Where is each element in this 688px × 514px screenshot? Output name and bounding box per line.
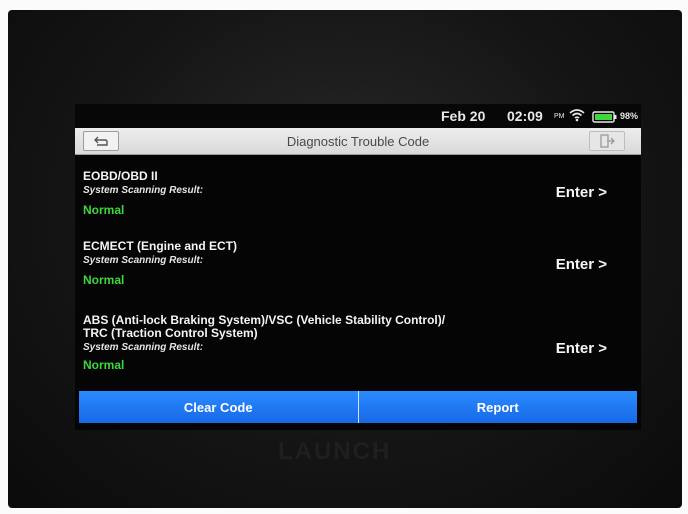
enter-button[interactable]: Enter >: [556, 340, 607, 357]
system-item-abs[interactable]: ABS (Anti-lock Braking System)/VSC (Vehi…: [83, 314, 631, 373]
exit-button[interactable]: [589, 131, 625, 151]
status-ampm: PM: [554, 113, 565, 120]
enter-button[interactable]: Enter >: [556, 256, 607, 273]
scan-result-label: System Scanning Result:: [83, 185, 204, 196]
action-bar: Clear Code Report: [79, 391, 637, 423]
enter-button[interactable]: Enter >: [556, 184, 607, 201]
battery-percentage: 98%: [620, 111, 639, 121]
clear-code-button[interactable]: Clear Code: [79, 391, 358, 423]
system-name: ECMECT (Engine and ECT): [83, 239, 237, 253]
page-title: Diagnostic Trouble Code: [286, 134, 430, 149]
device-brand-logo: LAUNCH: [278, 438, 392, 465]
scan-result-label: System Scanning Result:: [83, 342, 204, 353]
scan-result-label: System Scanning Result:: [83, 255, 204, 266]
system-item-ecmect[interactable]: ECMECT (Engine and ECT) System Scanning …: [83, 239, 631, 288]
report-button[interactable]: Report: [358, 391, 637, 423]
wifi-icon: [569, 108, 585, 127]
scan-result-status: Normal: [83, 358, 125, 372]
system-name-line2: TRC (Traction Control System): [83, 326, 258, 340]
exit-icon: [600, 134, 615, 148]
status-bar: Feb 20 02:09 PM 98%: [75, 104, 641, 128]
status-date: Feb 20: [441, 108, 486, 124]
system-name: EOBD/OBD II: [83, 169, 158, 183]
device-screen: Feb 20 02:09 PM 98% Diagnostic Trouble C…: [75, 104, 641, 430]
tablet-device: Feb 20 02:09 PM 98% Diagnostic Trouble C…: [8, 10, 682, 508]
status-time: 02:09: [507, 108, 543, 124]
title-bar: Diagnostic Trouble Code: [75, 128, 641, 155]
scan-result-status: Normal: [83, 203, 125, 217]
system-item-eobd[interactable]: EOBD/OBD II System Scanning Result: Norm…: [83, 169, 631, 218]
battery-icon: [592, 110, 618, 128]
scan-result-status: Normal: [83, 273, 125, 287]
